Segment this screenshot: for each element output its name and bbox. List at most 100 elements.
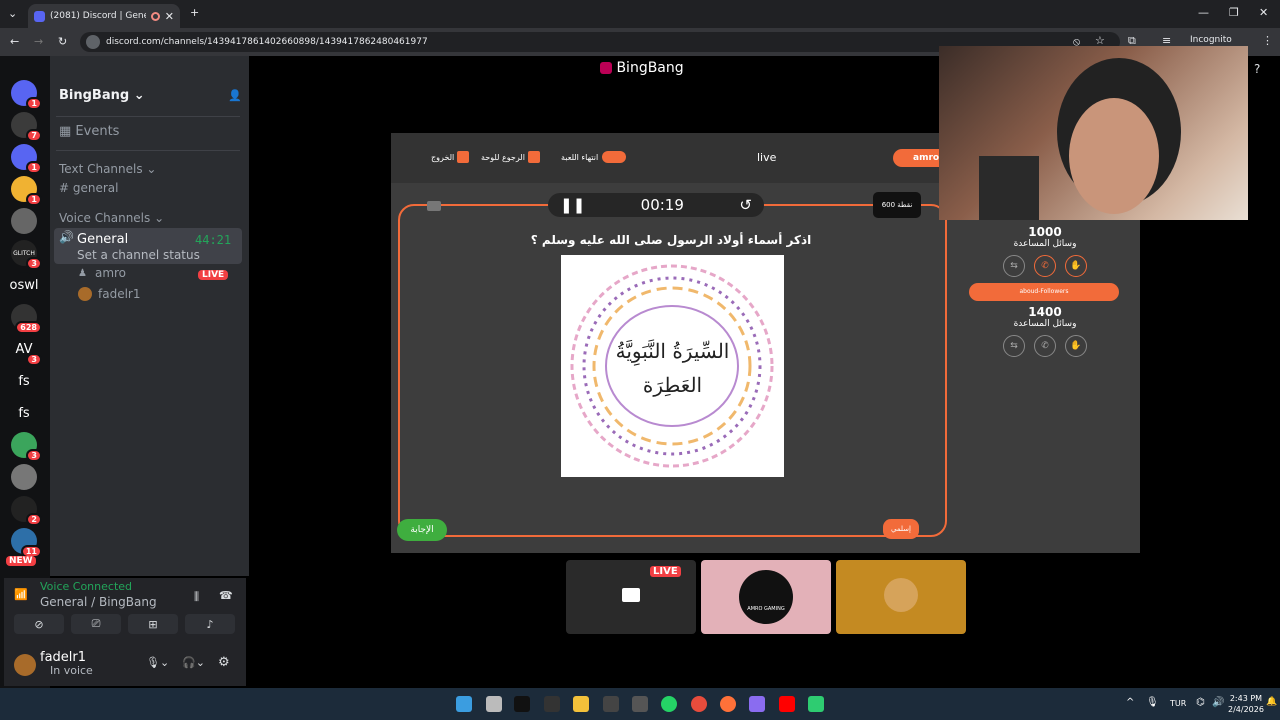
stream-thumbnail[interactable]: LIVE	[566, 560, 696, 634]
server-icon[interactable]	[11, 464, 37, 490]
channel-status-text[interactable]: Set a channel status	[77, 248, 200, 262]
help-icon[interactable]: ?	[1254, 62, 1260, 76]
server-icon[interactable]: 3	[11, 432, 42, 462]
server-icon-label: GLITCH	[13, 249, 35, 257]
close-tab-icon[interactable]: ✕	[165, 10, 174, 23]
firefox-icon[interactable]	[720, 696, 736, 712]
server-icon[interactable]: 1	[11, 80, 42, 110]
pause-icon[interactable]: ❚❚	[560, 196, 585, 214]
end-game-button[interactable]: انتهاء اللعبة	[561, 151, 627, 163]
exit-button[interactable]: الخروج	[431, 151, 470, 163]
settings-gear-icon[interactable]: ⚙	[218, 655, 230, 670]
channel-general-text[interactable]: # general	[59, 181, 118, 195]
webcam-person	[979, 58, 1181, 220]
user-panel-name[interactable]: fadelr1	[40, 650, 86, 665]
tray-chevron-icon[interactable]: ^	[1126, 697, 1134, 708]
server-icon[interactable]: GLITCH 3	[11, 240, 42, 270]
swap-icon[interactable]: ⇆	[1003, 255, 1025, 277]
voice-user-fadelr1[interactable]: fadelr1	[78, 287, 140, 301]
activities-button[interactable]: ⊞	[128, 614, 178, 634]
server-icon[interactable]: oswl	[10, 272, 39, 298]
server-icon[interactable]: 1	[11, 176, 42, 206]
phone-icon[interactable]: ✆	[1034, 255, 1056, 277]
server-icon[interactable]: 1	[11, 144, 42, 174]
server-icon[interactable]: 2	[11, 496, 42, 526]
play-icon	[622, 588, 640, 602]
voice-channels-category[interactable]: Voice Channels ⌄	[59, 211, 164, 225]
files-icon[interactable]	[486, 696, 502, 712]
events-item[interactable]: ▦ Events	[59, 124, 119, 139]
language-indicator[interactable]: TUR	[1170, 699, 1186, 708]
back-to-board-button[interactable]: الرجوع للوحة	[481, 151, 540, 163]
folder-icon[interactable]	[573, 696, 589, 712]
phone-icon[interactable]: ✆	[1034, 335, 1056, 357]
copilot-icon[interactable]	[749, 696, 765, 712]
hand-icon[interactable]: ✋	[1065, 255, 1087, 277]
url-text: discord.com/channels/1439417861402660898…	[106, 37, 428, 47]
whatsapp-icon[interactable]	[661, 696, 677, 712]
signal-icon[interactable]: 📶	[14, 588, 28, 601]
server-icon[interactable]: 628	[11, 304, 42, 334]
participant-tile-fadelr1[interactable]	[836, 560, 966, 634]
app-icon[interactable]	[632, 696, 648, 712]
forward-icon[interactable]: →	[34, 35, 43, 48]
end-toggle[interactable]	[602, 151, 627, 163]
discord-app-icon[interactable]	[808, 696, 824, 712]
text-channels-category[interactable]: Text Channels ⌄	[59, 162, 156, 176]
server-icon[interactable]: AV 3	[11, 336, 42, 366]
stage-title: BingBang	[600, 60, 684, 76]
network-icon[interactable]: ⌬	[1196, 697, 1205, 708]
maximize-icon[interactable]: ❐	[1229, 6, 1239, 19]
disconnect-icon[interactable]: ☎	[219, 589, 233, 602]
voice-status[interactable]: Voice Connected	[40, 580, 132, 593]
bottom-button[interactable]: إسلمي	[883, 519, 919, 539]
windows-taskbar: ^ 🎙 TUR ⌬ 🔊 2:43 PM 2/4/2026 🔔	[0, 688, 1280, 720]
headphones-icon[interactable]: 🎧⌄	[182, 656, 205, 669]
image-caption-1: السِّيرَةُ النَّبَوِيَّةُ	[615, 339, 730, 363]
volume-icon[interactable]: 🔊	[1212, 697, 1224, 708]
reload-icon[interactable]: ↻	[58, 35, 67, 48]
voice-user-amro[interactable]: ♟ amro	[78, 266, 126, 280]
minimize-icon[interactable]: —	[1198, 6, 1209, 19]
clipchamp-icon[interactable]	[603, 696, 619, 712]
score-panel: 1000 وسائل المساعدة ⇆ ✆ ✋ aboud-Follower…	[969, 225, 1121, 363]
notification-icon[interactable]: 🔔	[1266, 697, 1277, 707]
start-icon[interactable]	[456, 696, 472, 712]
server-name[interactable]: BingBang ⌄	[59, 88, 145, 103]
browser-tab-discord[interactable]: (2081) Discord | General | B ✕	[28, 4, 180, 28]
youtube-icon[interactable]	[779, 696, 795, 712]
chrome-icon[interactable]	[691, 696, 707, 712]
soundboard-button[interactable]: ♪	[185, 614, 235, 634]
answer-button[interactable]: الإجابة	[397, 519, 447, 541]
site-info-icon[interactable]	[86, 35, 100, 49]
camera-button[interactable]: ⊘	[14, 614, 64, 634]
back-icon[interactable]: ←	[10, 35, 19, 48]
participant-tile-amro[interactable]: AMRO GAMING	[701, 560, 831, 634]
user-panel-avatar[interactable]	[14, 654, 36, 676]
voice-channel-general[interactable]: 🔊 General 44:21 Set a channel status	[54, 228, 242, 264]
close-window-icon[interactable]: ✕	[1259, 6, 1268, 19]
openai-icon[interactable]	[544, 696, 560, 712]
screenshare-button[interactable]: ⎚	[71, 614, 121, 634]
incognito-label[interactable]: Incognito	[1190, 35, 1232, 45]
clock[interactable]: 2:43 PM 2/4/2026	[1228, 693, 1264, 715]
server-icon[interactable]: fs	[11, 400, 37, 426]
add-member-icon[interactable]: 👤	[228, 89, 242, 102]
server-icon[interactable]: 7	[11, 112, 42, 142]
mic-tray-icon[interactable]: 🎙	[1146, 697, 1159, 708]
tradingview-icon[interactable]	[514, 696, 530, 712]
swap-icon[interactable]: ⇆	[1003, 335, 1025, 357]
server-icon[interactable]	[11, 208, 37, 234]
voice-location[interactable]: General / BingBang	[40, 595, 157, 609]
new-tab-icon[interactable]: +	[190, 6, 199, 19]
hand-icon[interactable]: ✋	[1065, 335, 1087, 357]
microphone-icon[interactable]: 🎙⌄	[146, 656, 169, 669]
tab-search-icon[interactable]: ⌄	[8, 7, 17, 20]
user-avatar	[78, 287, 92, 301]
menu-icon[interactable]: ⋮	[1262, 34, 1273, 47]
server-icon[interactable]: fs	[11, 368, 37, 394]
server-icon[interactable]: 11	[11, 528, 42, 558]
screen-icon: ⎚	[91, 617, 101, 630]
reset-timer-icon[interactable]: ↺	[739, 196, 752, 214]
noise-icon[interactable]: ⫼	[194, 590, 199, 604]
